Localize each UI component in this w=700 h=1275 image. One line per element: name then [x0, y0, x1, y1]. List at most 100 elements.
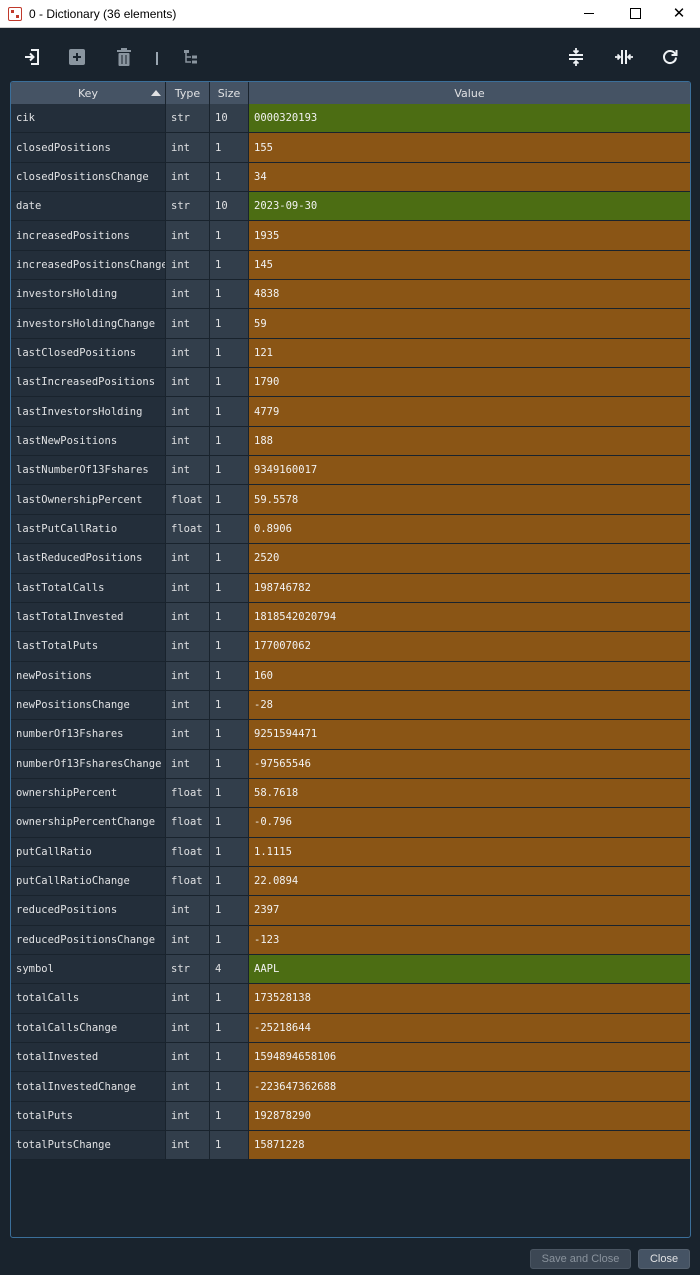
type-cell[interactable]: int [166, 661, 210, 691]
type-cell[interactable]: int [166, 602, 210, 633]
type-cell[interactable]: int [166, 573, 210, 603]
type-cell[interactable]: int [166, 397, 210, 427]
key-cell[interactable]: totalCalls [11, 984, 166, 1014]
size-cell[interactable]: 1 [210, 426, 249, 457]
size-cell[interactable]: 1 [210, 250, 249, 281]
table-row[interactable]: numberOf13FsharesChange int 1 -97565546 [11, 749, 690, 779]
size-cell[interactable]: 1 [210, 133, 249, 163]
key-cell[interactable]: symbol [11, 954, 166, 985]
type-cell[interactable]: int [166, 456, 210, 486]
value-cell[interactable]: 0000320193 [249, 104, 690, 134]
table-row[interactable]: lastTotalCalls int 1 198746782 [11, 573, 690, 603]
table-row[interactable]: totalInvestedChange int 1 -223647362688 [11, 1072, 690, 1102]
type-cell[interactable]: int [166, 984, 210, 1014]
type-cell[interactable]: float [166, 866, 210, 897]
column-header-type[interactable]: Type [166, 82, 210, 104]
value-cell[interactable]: 2520 [249, 544, 690, 574]
table-row[interactable]: closedPositions int 1 155 [11, 133, 690, 163]
key-cell[interactable]: reducedPositionsChange [11, 925, 166, 955]
value-cell[interactable]: 1594894658106 [249, 1043, 690, 1073]
type-cell[interactable]: int [166, 338, 210, 369]
dictionary-table[interactable]: Key Type Size Value cik str 10 0000320193 cl… [10, 81, 691, 1238]
key-cell[interactable]: putCallRatioChange [11, 866, 166, 897]
size-cell[interactable]: 1 [210, 514, 249, 545]
value-cell[interactable]: 58.7618 [249, 778, 690, 809]
type-cell[interactable]: str [166, 192, 210, 222]
table-row[interactable]: lastTotalInvested int 1 1818542020794 [11, 602, 690, 633]
table-row[interactable]: symbol str 4 AAPL [11, 954, 690, 985]
key-cell[interactable]: lastIncreasedPositions [11, 368, 166, 398]
table-row[interactable]: increasedPositions int 1 1935 [11, 221, 690, 251]
type-cell[interactable]: int [166, 133, 210, 163]
value-cell[interactable]: 59.5578 [249, 485, 690, 515]
window-close-button[interactable]: ✕ [656, 0, 700, 27]
close-button[interactable]: Close [638, 1249, 690, 1269]
key-cell[interactable]: lastNumberOf13Fshares [11, 456, 166, 486]
table-row[interactable]: lastClosedPositions int 1 121 [11, 338, 690, 369]
table-row[interactable]: ownershipPercent float 1 58.7618 [11, 778, 690, 809]
tree-button[interactable] [178, 44, 204, 70]
column-header-key[interactable]: Key [11, 82, 166, 104]
size-cell[interactable]: 1 [210, 456, 249, 486]
size-cell[interactable]: 1 [210, 1072, 249, 1102]
type-cell[interactable]: float [166, 808, 210, 838]
value-cell[interactable]: 145 [249, 250, 690, 281]
type-cell[interactable]: float [166, 837, 210, 867]
table-row[interactable]: lastInvestorsHolding int 1 4779 [11, 397, 690, 427]
table-row[interactable]: totalPuts int 1 192878290 [11, 1101, 690, 1132]
type-cell[interactable]: str [166, 954, 210, 985]
type-cell[interactable]: int [166, 280, 210, 310]
table-row[interactable]: reducedPositionsChange int 1 -123 [11, 925, 690, 955]
key-cell[interactable]: numberOf13FsharesChange [11, 749, 166, 779]
size-cell[interactable]: 1 [210, 368, 249, 398]
save-and-close-button[interactable]: Save and Close [530, 1249, 631, 1269]
type-cell[interactable]: str [166, 104, 210, 134]
delete-button[interactable] [111, 44, 137, 70]
key-cell[interactable]: totalPuts [11, 1101, 166, 1132]
table-row[interactable]: totalPutsChange int 1 15871228 [11, 1131, 690, 1161]
type-cell[interactable]: int [166, 309, 210, 339]
key-cell[interactable]: increasedPositionsChange [11, 250, 166, 281]
value-cell[interactable]: 188 [249, 426, 690, 457]
size-cell[interactable]: 1 [210, 925, 249, 955]
key-cell[interactable]: totalInvestedChange [11, 1072, 166, 1102]
value-cell[interactable]: 2023-09-30 [249, 192, 690, 222]
size-cell[interactable]: 1 [210, 720, 249, 750]
size-cell[interactable]: 1 [210, 984, 249, 1014]
size-cell[interactable]: 1 [210, 808, 249, 838]
size-cell[interactable]: 1 [210, 896, 249, 926]
size-cell[interactable]: 1 [210, 1013, 249, 1043]
add-button[interactable] [64, 44, 90, 70]
key-cell[interactable]: newPositionsChange [11, 690, 166, 721]
key-cell[interactable]: lastTotalPuts [11, 632, 166, 662]
value-cell[interactable]: -28 [249, 690, 690, 721]
size-cell[interactable]: 1 [210, 485, 249, 515]
value-cell[interactable]: 198746782 [249, 573, 690, 603]
size-cell[interactable]: 1 [210, 221, 249, 251]
value-cell[interactable]: 2397 [249, 896, 690, 926]
size-cell[interactable]: 1 [210, 778, 249, 809]
table-row[interactable]: increasedPositionsChange int 1 145 [11, 250, 690, 281]
size-cell[interactable]: 1 [210, 602, 249, 633]
resize-columns-button[interactable] [611, 44, 637, 70]
key-cell[interactable]: investorsHolding [11, 280, 166, 310]
size-cell[interactable]: 1 [210, 573, 249, 603]
size-cell[interactable]: 1 [210, 338, 249, 369]
key-cell[interactable]: newPositions [11, 661, 166, 691]
type-cell[interactable]: int [166, 426, 210, 457]
key-cell[interactable]: increasedPositions [11, 221, 166, 251]
value-cell[interactable]: 192878290 [249, 1101, 690, 1132]
value-cell[interactable]: 177007062 [249, 632, 690, 662]
table-row[interactable]: date str 10 2023-09-30 [11, 192, 690, 222]
table-row[interactable]: putCallRatioChange float 1 22.0894 [11, 866, 690, 897]
key-cell[interactable]: investorsHoldingChange [11, 309, 166, 339]
key-cell[interactable]: closedPositionsChange [11, 162, 166, 193]
size-cell[interactable]: 1 [210, 661, 249, 691]
type-cell[interactable]: int [166, 896, 210, 926]
table-row[interactable]: newPositionsChange int 1 -28 [11, 690, 690, 721]
type-cell[interactable]: int [166, 1072, 210, 1102]
table-row[interactable]: totalCalls int 1 173528138 [11, 984, 690, 1014]
type-cell[interactable]: int [166, 749, 210, 779]
table-row[interactable]: reducedPositions int 1 2397 [11, 896, 690, 926]
type-cell[interactable]: int [166, 1101, 210, 1132]
